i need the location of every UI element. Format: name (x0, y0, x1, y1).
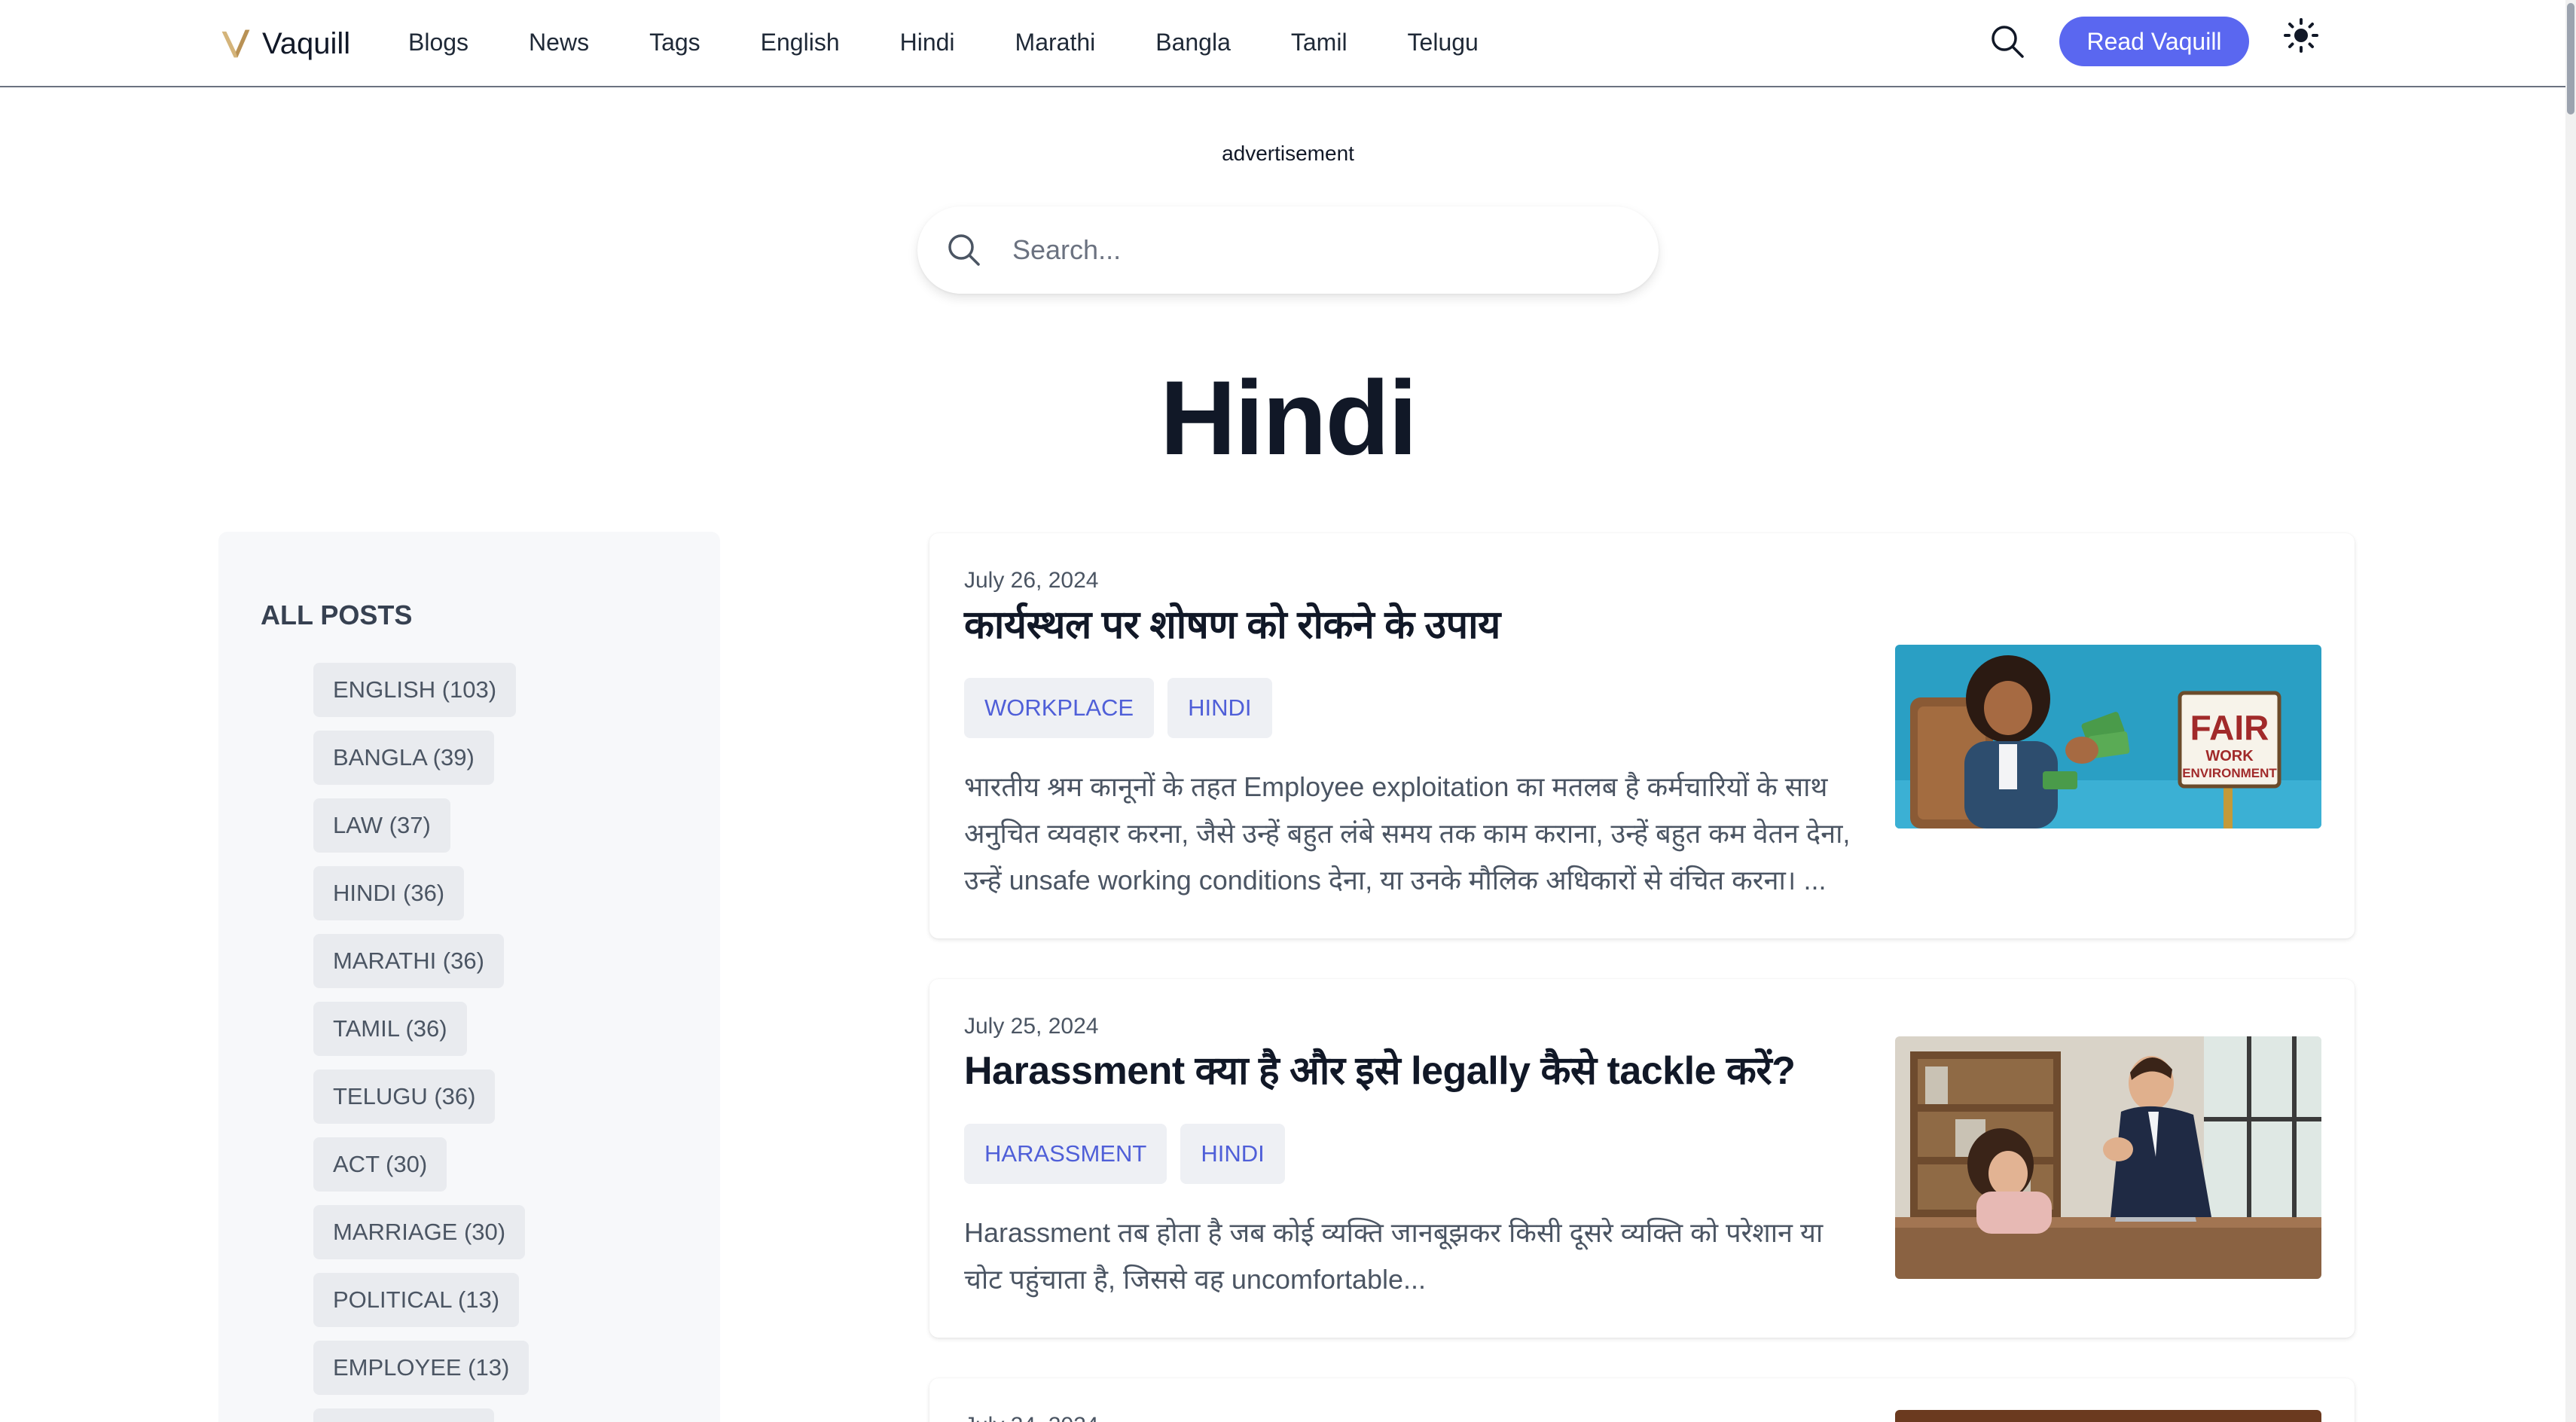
nav-search-icon[interactable] (1988, 23, 2026, 60)
sun-icon[interactable] (2282, 17, 2320, 54)
post-date: July 26, 2024 (964, 568, 1099, 593)
post-thumbnail[interactable]: FAIR WORK ENVIRONMENT (1895, 645, 2321, 828)
sidebar-tag-telugu[interactable]: TELUGU (36) (313, 1070, 496, 1124)
nav-link-tamil[interactable]: Tamil (1291, 23, 1348, 62)
main-nav: Blogs News Tags English Hindi Marathi Ba… (408, 23, 1479, 62)
sidebar-heading: ALL POSTS (261, 600, 413, 630)
post-tag-hindi[interactable]: HINDI (1180, 1124, 1285, 1184)
nav-link-tags[interactable]: Tags (649, 23, 700, 62)
nav-link-english[interactable]: English (761, 23, 840, 62)
vaquill-logo-icon (221, 29, 250, 58)
brand-name: Vaquill (262, 26, 351, 60)
post-tag-hindi[interactable]: HINDI (1167, 678, 1272, 738)
post-date: July 24, 2024 (964, 1413, 1098, 1422)
sidebar-tag-law[interactable]: LAW (37) (313, 798, 450, 853)
sidebar-tag-partial[interactable] (313, 1408, 494, 1422)
sidebar-tag-hindi[interactable]: HINDI (36) (313, 866, 465, 920)
read-vaquill-button[interactable]: Read Vaquill (2059, 17, 2249, 66)
search-input[interactable] (1012, 227, 1630, 273)
post-date: July 25, 2024 (964, 1014, 1099, 1039)
sidebar-tag-marathi[interactable]: MARATHI (36) (313, 934, 504, 988)
page-scrollbar[interactable] (2565, 0, 2576, 1422)
post-excerpt: भारतीय श्रम कानूनों के तहत Employee expl… (964, 771, 1851, 896)
advertisement-label: advertisement (1222, 142, 1354, 165)
post-card[interactable]: July 26, 2024 कार्यस्थल पर शोषण को रोकने… (929, 533, 2355, 938)
brand-logo-link[interactable]: Vaquill (218, 21, 350, 66)
sidebar-tag-tamil[interactable]: TAMIL (36) (313, 1002, 467, 1056)
office-harassment-image (1895, 1036, 2321, 1279)
post-tag-harassment[interactable]: HARASSMENT (964, 1124, 1167, 1184)
sidebar: ALL POSTS ENGLISH (103) BANGLA (39) LAW … (218, 532, 720, 1422)
nav-link-telugu[interactable]: Telugu (1408, 23, 1479, 62)
nav-link-news[interactable]: News (529, 23, 589, 62)
post-card[interactable]: July 24, 2024 (929, 1378, 2355, 1422)
nav-link-hindi[interactable]: Hindi (900, 23, 955, 62)
sidebar-tag-political[interactable]: POLITICAL (13) (313, 1273, 520, 1327)
sidebar-tag-marriage[interactable]: MARRIAGE (30) (313, 1205, 526, 1259)
sign-line-3: ENVIRONMENT (2182, 766, 2277, 780)
scrollbar-thumb[interactable] (2567, 3, 2574, 114)
sign-line-1: FAIR (2190, 708, 2269, 747)
search-bar (917, 206, 1659, 294)
sidebar-tag-english[interactable]: ENGLISH (103) (313, 663, 517, 717)
post-excerpt: Harassment तब होता है जब कोई व्यक्ति जान… (964, 1217, 1824, 1295)
sidebar-tag-employee[interactable]: EMPLOYEE (13) (313, 1341, 530, 1395)
post-thumbnail[interactable] (1895, 1036, 2321, 1279)
sidebar-tag-act[interactable]: ACT (30) (313, 1137, 447, 1192)
post-title[interactable]: कार्यस्थल पर शोषण को रोकने के उपाय (964, 597, 1500, 650)
post-tags: WORKPLACE HINDI (964, 678, 1272, 738)
workplace-illustration-image: FAIR WORK ENVIRONMENT (1895, 645, 2321, 828)
post-title[interactable]: Harassment क्या है और इसे legally कैसे t… (964, 1042, 1796, 1096)
nav-link-blogs[interactable]: Blogs (408, 23, 469, 62)
post-thumbnail[interactable] (1895, 1410, 2321, 1422)
sidebar-tag-bangla[interactable]: BANGLA (39) (313, 731, 494, 785)
post-card[interactable]: July 25, 2024 Harassment क्या है और इसे … (929, 979, 2355, 1338)
navbar: Vaquill Blogs News Tags English Hindi Ma… (0, 0, 2576, 87)
tag-list: ENGLISH (103) BANGLA (39) LAW (37) HINDI… (313, 663, 530, 1422)
post-tags: HARASSMENT HINDI (964, 1124, 1285, 1184)
nav-link-marathi[interactable]: Marathi (1015, 23, 1096, 62)
nav-link-bangla[interactable]: Bangla (1155, 23, 1231, 62)
post-tag-workplace[interactable]: WORKPLACE (964, 678, 1155, 738)
search-icon (948, 234, 980, 266)
sign-line-2: WORK (2205, 748, 2254, 764)
page-title: Hindi (1160, 359, 1418, 477)
